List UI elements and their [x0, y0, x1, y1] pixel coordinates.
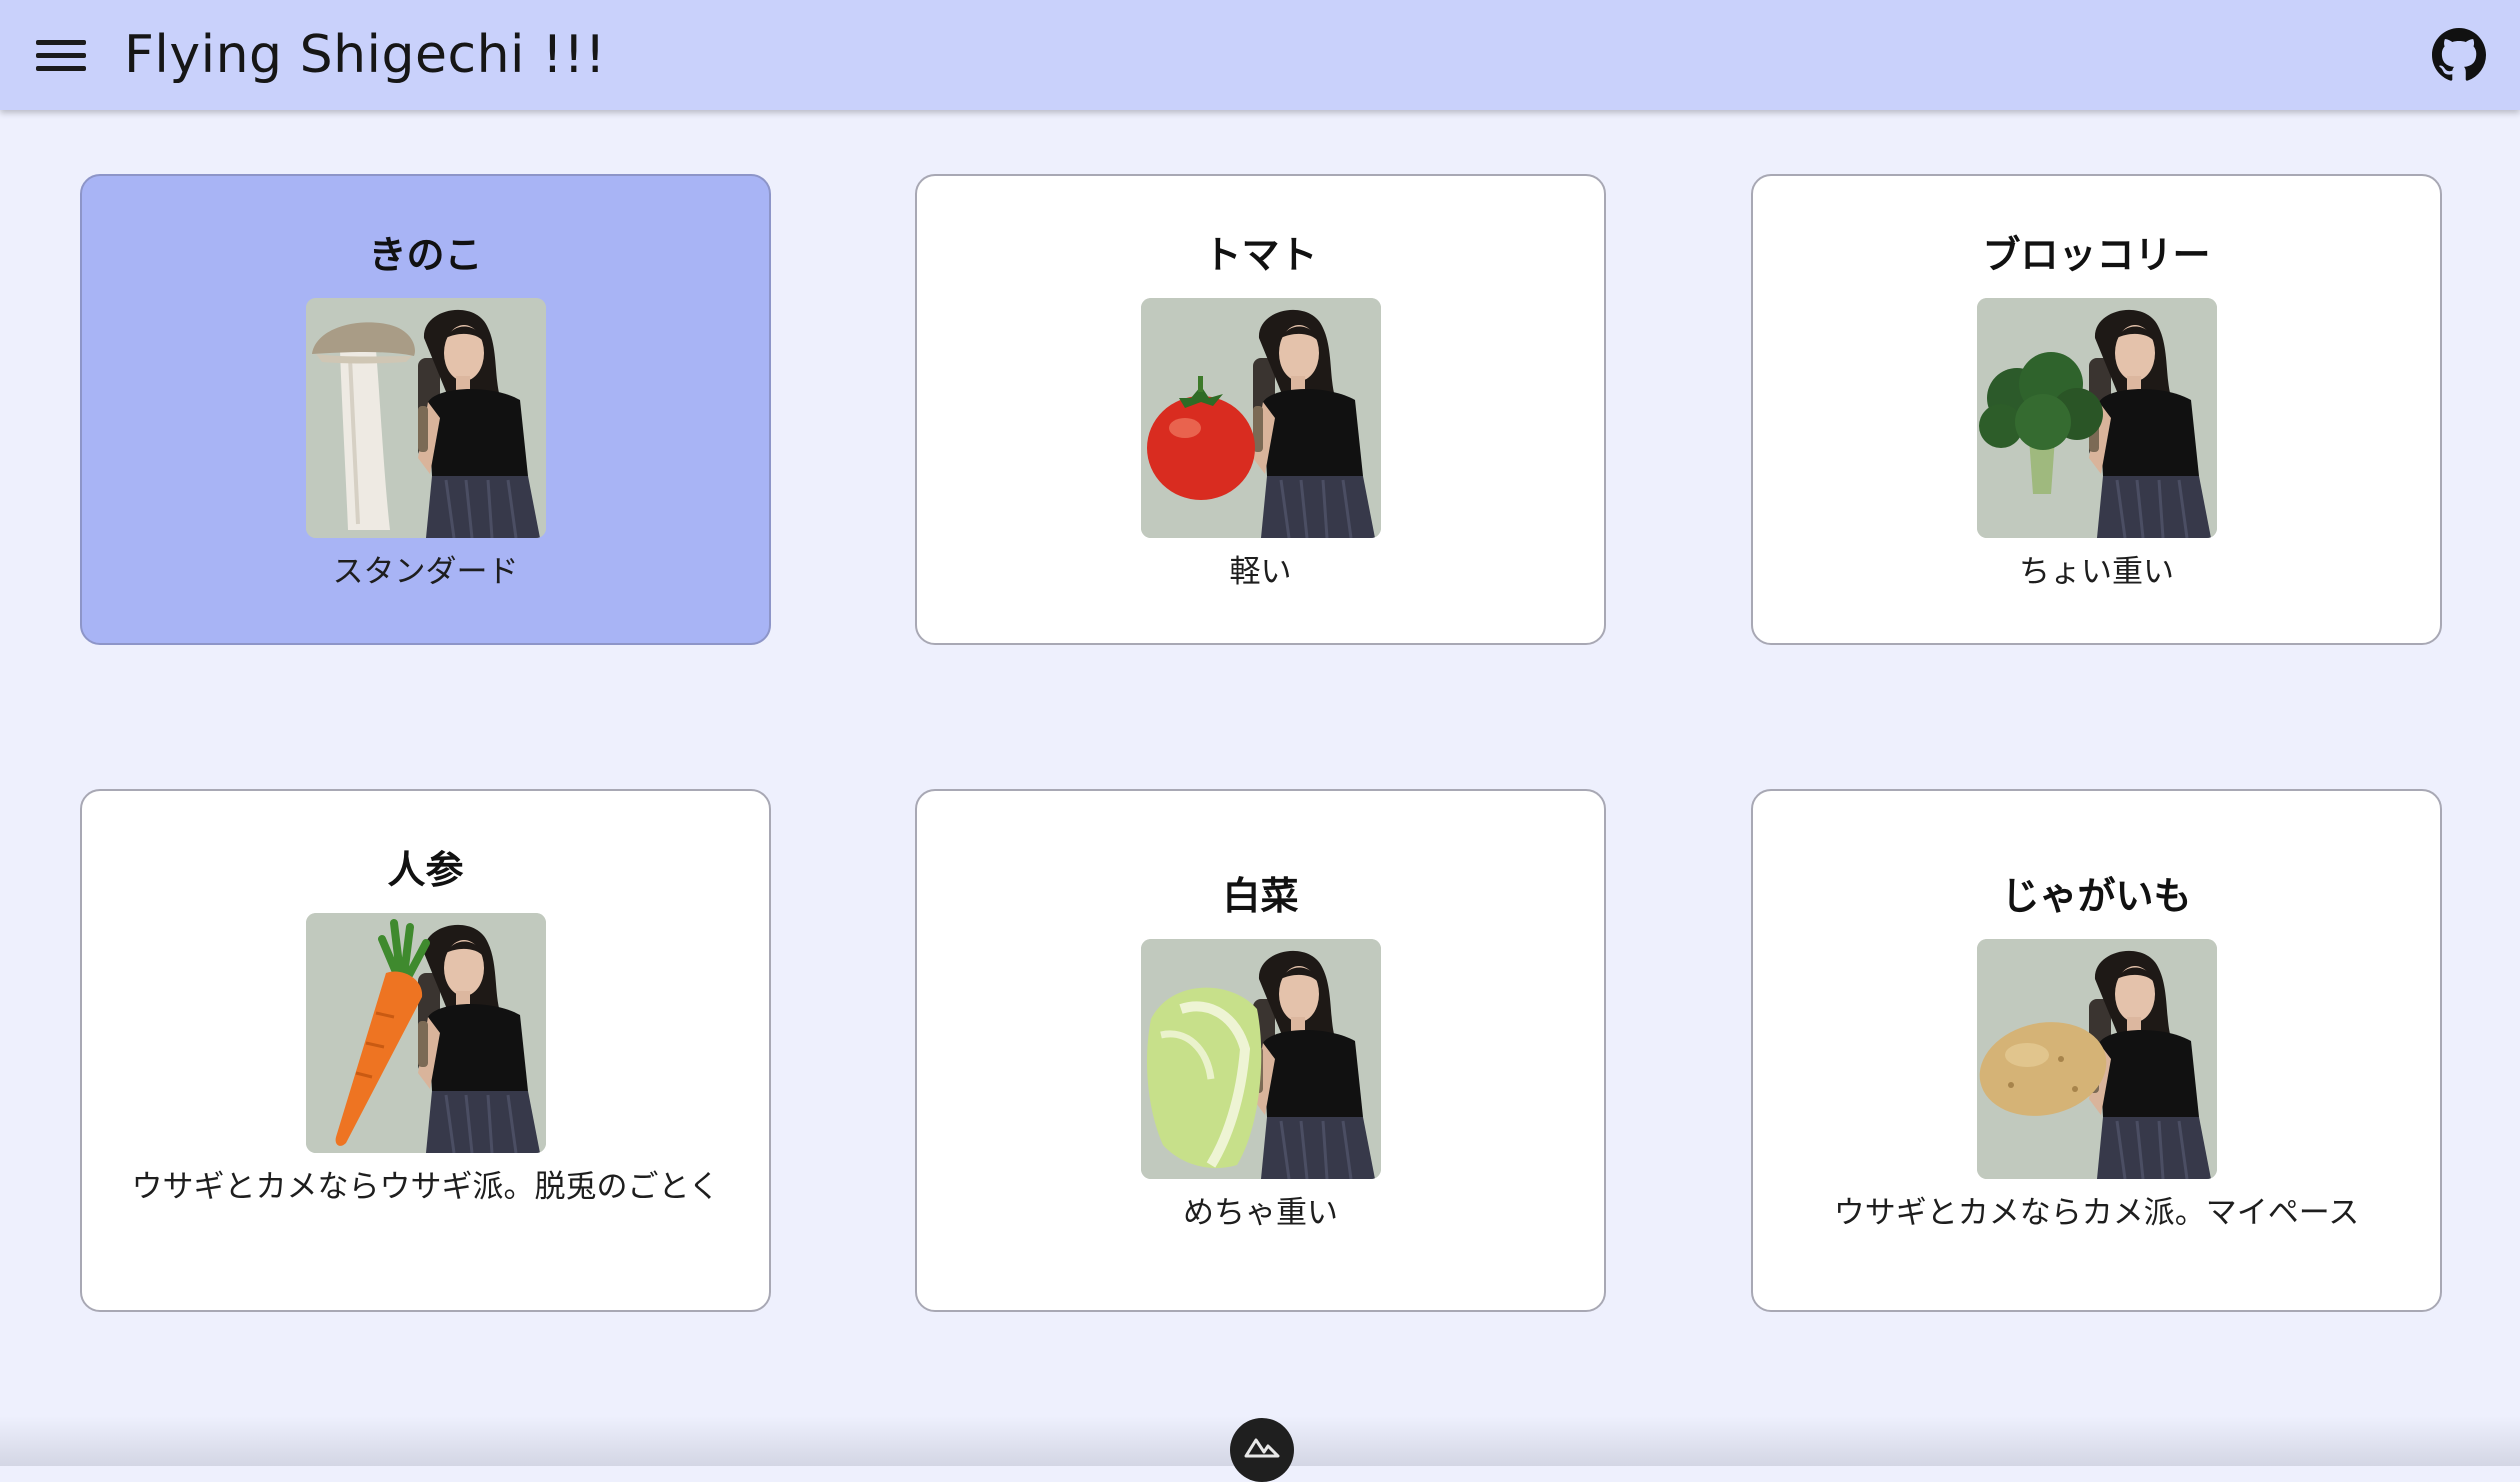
card-image: [305, 913, 546, 1153]
card-caption: スタンダード: [332, 554, 519, 590]
hamburger-menu-icon: [36, 40, 86, 45]
card-image: [1140, 298, 1381, 538]
vegetable-card-ninjin[interactable]: 人参 ウサギとカメならウサギ派。脱兎のごとく: [80, 789, 771, 1312]
nuxt-devtools-icon: [1244, 1438, 1280, 1458]
potato-image: [1976, 939, 2217, 1179]
card-image: [1976, 939, 2217, 1179]
github-icon: [2432, 28, 2486, 81]
vegetable-card-broccoli[interactable]: ブロッコリー ちょい重い: [1751, 174, 2442, 645]
app-bar: Flying Shigechi !!!: [0, 0, 2520, 110]
card-title: トマト: [1203, 233, 1318, 277]
card-image: [1976, 298, 2217, 538]
nuxt-devtools-button[interactable]: [1230, 1418, 1294, 1482]
card-title: ブロッコリー: [1982, 233, 2211, 277]
vegetable-card-kinoko[interactable]: きのこ スタンダード: [80, 174, 771, 645]
card-title: じゃがいも: [2001, 874, 2192, 918]
card-title: 白菜: [1222, 874, 1299, 918]
napa-cabbage-image: [1140, 939, 1381, 1179]
carrot-image: [305, 913, 546, 1153]
card-caption: ちょい重い: [2019, 554, 2174, 590]
github-link[interactable]: [2432, 28, 2486, 82]
card-image: [305, 298, 546, 538]
card-caption: めちゃ重い: [1183, 1195, 1338, 1231]
broccoli-image: [1976, 298, 2217, 538]
menu-button[interactable]: [36, 36, 88, 74]
card-title: 人参: [387, 848, 464, 892]
card-caption: 軽い: [1229, 554, 1292, 590]
tomato-image: [1140, 298, 1381, 538]
card-caption: ウサギとカメならウサギ派。脱兎のごとく: [131, 1169, 720, 1205]
app-title: Flying Shigechi !!!: [124, 25, 607, 85]
king-oyster-mushroom-image: [305, 298, 546, 538]
vegetable-card-jagaimo[interactable]: じゃがいも ウサギとカメならカメ派。マイペース: [1751, 789, 2442, 1312]
card-caption: ウサギとカメならカメ派。マイペース: [1833, 1195, 2360, 1231]
card-image: [1140, 939, 1381, 1179]
card-title: きのこ: [368, 233, 483, 277]
vegetable-card-tomato[interactable]: トマト 軽い: [915, 174, 1606, 645]
vegetable-card-hakusai[interactable]: 白菜 めちゃ重い: [915, 789, 1606, 1312]
